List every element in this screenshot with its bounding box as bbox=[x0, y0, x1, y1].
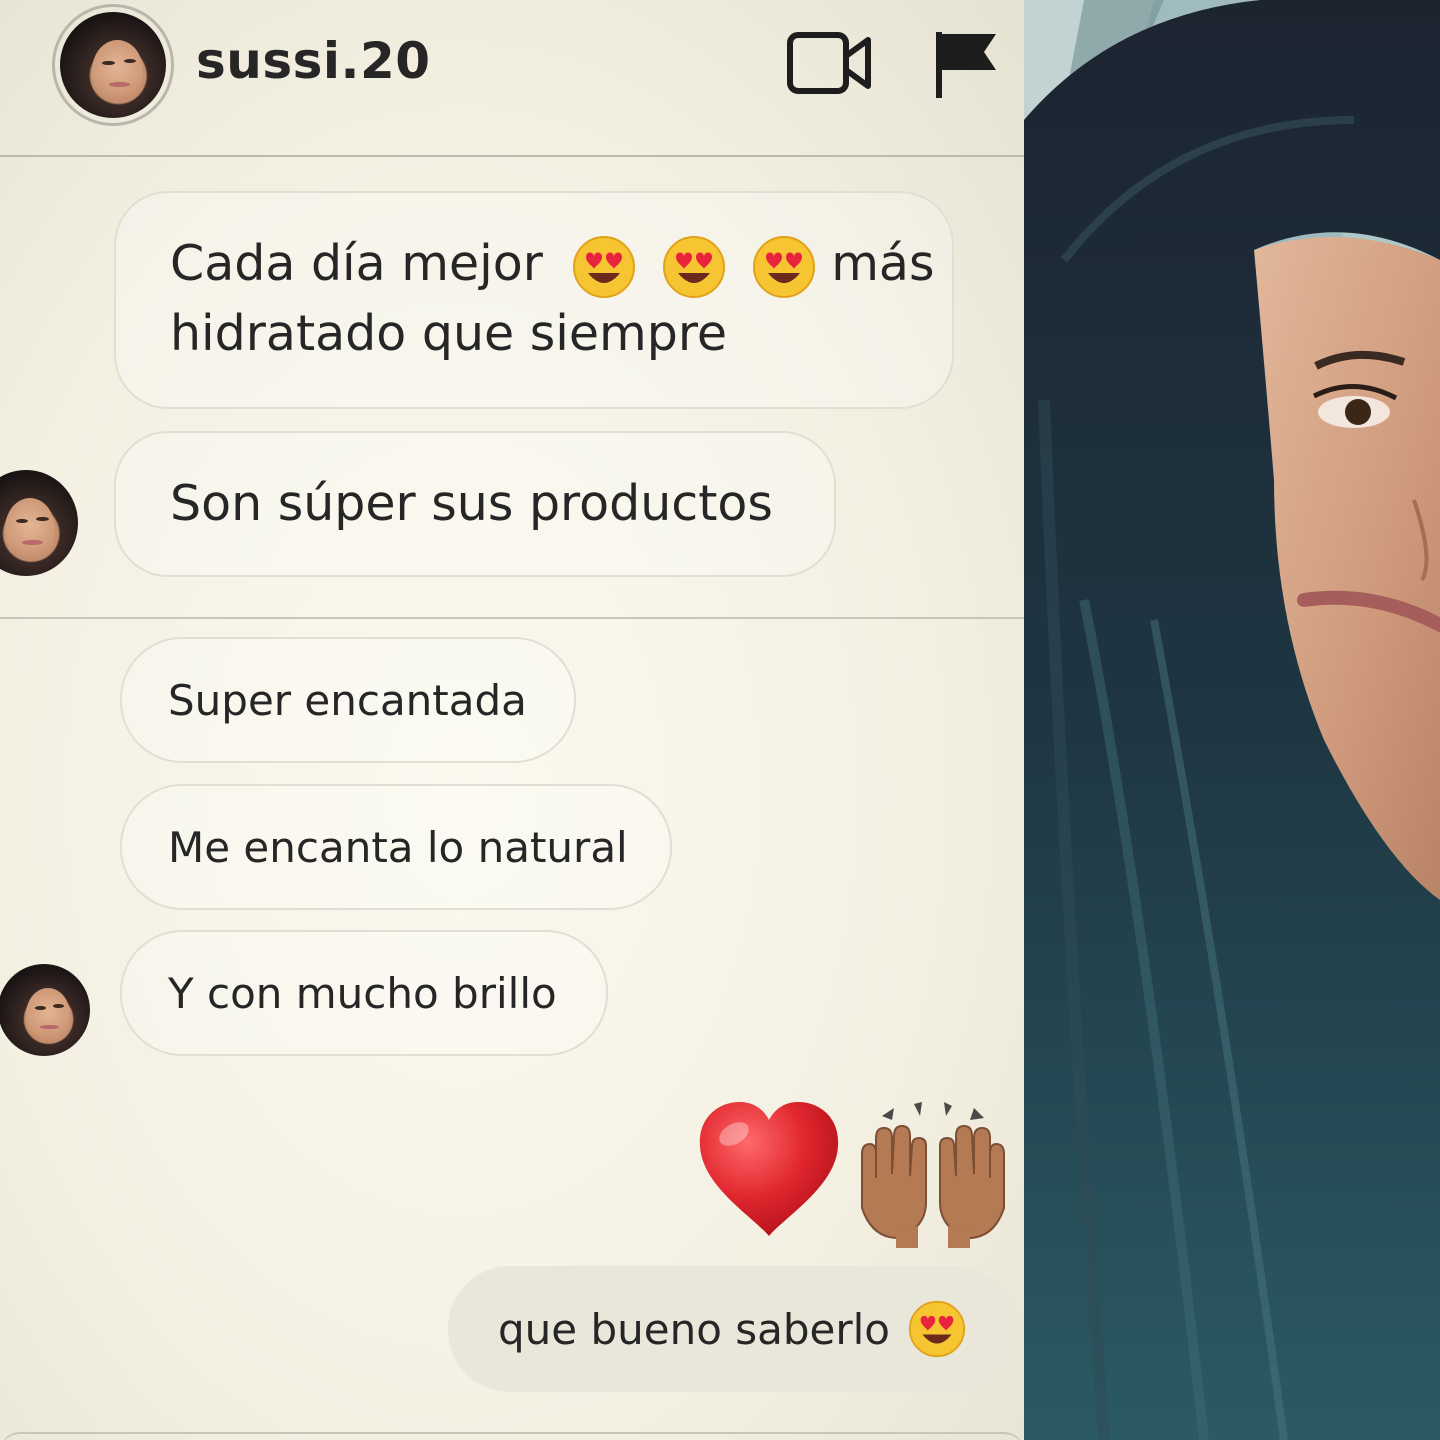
report-flag-icon[interactable] bbox=[934, 28, 1000, 100]
message-text: Super encantada bbox=[168, 675, 527, 725]
message-text: Y con mucho brillo bbox=[168, 968, 557, 1018]
heart-eyes-emoji bbox=[908, 1300, 966, 1358]
message-text: más bbox=[831, 235, 935, 292]
raising-hands-emoji bbox=[861, 1102, 1005, 1248]
sender-avatar[interactable] bbox=[0, 470, 78, 576]
username-title[interactable]: sussi.20 bbox=[196, 32, 431, 90]
avatar-image bbox=[0, 964, 90, 1056]
sender-avatar[interactable] bbox=[0, 964, 90, 1056]
message-line: hidratado que siempre bbox=[170, 305, 728, 362]
chat-panel: sussi.20 Cada día mejor más hidratado qu… bbox=[0, 0, 1024, 1440]
section-divider bbox=[0, 617, 1024, 619]
sent-message-bubble: que bueno saberlo bbox=[448, 1266, 1016, 1392]
message-bubble: Me encanta lo natural bbox=[120, 784, 672, 910]
chat-header: sussi.20 bbox=[0, 0, 1024, 157]
message-text: que bueno saberlo bbox=[497, 1304, 890, 1354]
avatar-image bbox=[0, 470, 78, 576]
red-heart-emoji bbox=[699, 1102, 839, 1236]
message-text: Son súper sus productos bbox=[170, 475, 773, 532]
message-bubble: Y con mucho brillo bbox=[120, 930, 608, 1056]
heart-eyes-emoji bbox=[663, 235, 726, 298]
message-bubble: Super encantada bbox=[120, 637, 576, 763]
photo-illustration bbox=[1024, 0, 1440, 1440]
message-bubble: Son súper sus productos bbox=[114, 431, 836, 577]
video-call-icon[interactable] bbox=[786, 30, 872, 96]
header-avatar[interactable] bbox=[52, 4, 174, 126]
message-line: Cada día mejor más bbox=[170, 229, 952, 299]
message-text: Cada día mejor bbox=[170, 235, 543, 292]
avatar-image bbox=[60, 12, 166, 118]
message-bubble: Cada día mejor más hidratado que siempre bbox=[114, 191, 954, 409]
selfie-photo bbox=[1024, 0, 1440, 1440]
message-input-edge[interactable] bbox=[0, 1432, 1024, 1440]
message-text: Me encanta lo natural bbox=[168, 822, 628, 872]
heart-eyes-emoji bbox=[573, 235, 636, 298]
heart-eyes-emoji bbox=[752, 235, 815, 298]
